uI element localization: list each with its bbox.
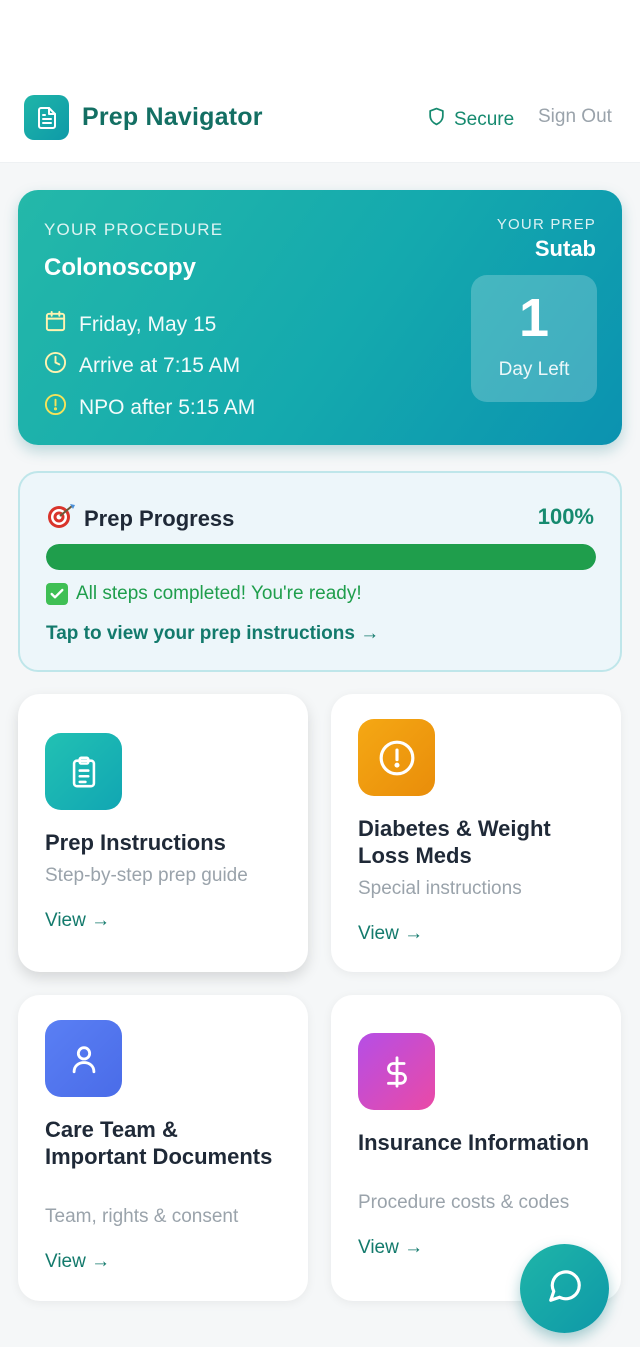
- dollar-icon: [358, 1033, 435, 1110]
- secure-label: Secure: [454, 108, 515, 130]
- view-prep-instructions-link[interactable]: Tap to view your prep instructions →: [46, 623, 379, 645]
- procedure-npo-row: NPO after 5:15 AM: [44, 393, 255, 422]
- progress-message: All steps completed! You're ready!: [76, 583, 362, 604]
- clock-icon: [44, 351, 67, 380]
- diabetes-meds-tile[interactable]: Diabetes & Weight Loss Meds Special inst…: [331, 694, 621, 972]
- target-icon: [46, 503, 76, 535]
- sign-out-link[interactable]: Sign Out: [538, 106, 612, 128]
- procedure-name: Colonoscopy: [44, 254, 197, 281]
- document-icon: [24, 95, 69, 140]
- tile-subtitle: Special instructions: [358, 878, 522, 899]
- user-icon: [45, 1020, 122, 1097]
- chat-bubble-icon: [546, 1267, 584, 1310]
- tile-subtitle: Team, rights & consent: [45, 1206, 239, 1227]
- prep-name: Sutab: [534, 236, 596, 261]
- prep-progress-card[interactable]: Prep Progress 100% All steps completed! …: [18, 471, 622, 672]
- procedure-npo: NPO after 5:15 AM: [79, 395, 256, 419]
- care-team-tile[interactable]: Care Team & Important Documents Team, ri…: [18, 995, 308, 1301]
- procedure-date: Friday, May 15: [79, 312, 217, 336]
- app-header: Prep Navigator Secure Sign Out: [0, 0, 640, 163]
- check-mark-icon: [46, 583, 68, 605]
- tile-view-link[interactable]: View →: [358, 1237, 423, 1259]
- tile-view-link[interactable]: View →: [358, 923, 423, 945]
- clipboard-icon: [45, 733, 122, 810]
- progress-title-row: Prep Progress: [46, 503, 234, 535]
- procedure-date-row: Friday, May 15: [44, 310, 216, 339]
- prep-label: YOUR PREP: [496, 216, 596, 233]
- procedure-arrival-row: Arrive at 7:15 AM: [44, 351, 240, 380]
- tile-title: Insurance Information: [358, 1130, 590, 1155]
- chat-button[interactable]: [520, 1244, 609, 1333]
- procedure-section-label: YOUR PROCEDURE: [44, 220, 224, 239]
- prep-instructions-tile[interactable]: Prep Instructions Step-by-step prep guid…: [18, 694, 308, 972]
- calendar-icon: [44, 310, 67, 339]
- tile-title: Care Team & Important Documents: [45, 1117, 273, 1169]
- progress-bar-fill: [46, 544, 596, 570]
- shield-icon: [427, 106, 446, 133]
- progress-title: Prep Progress: [84, 506, 235, 531]
- tile-title: Prep Instructions: [45, 830, 226, 855]
- days-left-box: 1 Day Left: [471, 275, 597, 402]
- alert-circle-icon: [358, 719, 435, 796]
- progress-percent: 100%: [537, 504, 594, 529]
- days-left-label: Day Left: [498, 359, 570, 380]
- procedure-arrival: Arrive at 7:15 AM: [79, 353, 241, 377]
- procedure-card: YOUR PROCEDURE Colonoscopy Friday, May 1…: [18, 190, 622, 445]
- alert-icon: [44, 393, 67, 422]
- tile-title: Diabetes & Weight Loss Meds: [358, 816, 551, 868]
- progress-message-row: All steps completed! You're ready!: [46, 583, 362, 605]
- tile-subtitle: Procedure costs & codes: [358, 1192, 570, 1213]
- secure-indicator: Secure: [427, 106, 514, 133]
- progress-bar: [46, 544, 596, 570]
- tile-view-link[interactable]: View →: [45, 910, 110, 932]
- app-title: Prep Navigator: [82, 103, 263, 131]
- tile-view-link[interactable]: View →: [45, 1251, 110, 1273]
- days-left-count: 1: [518, 288, 550, 348]
- tile-subtitle: Step-by-step prep guide: [45, 865, 248, 886]
